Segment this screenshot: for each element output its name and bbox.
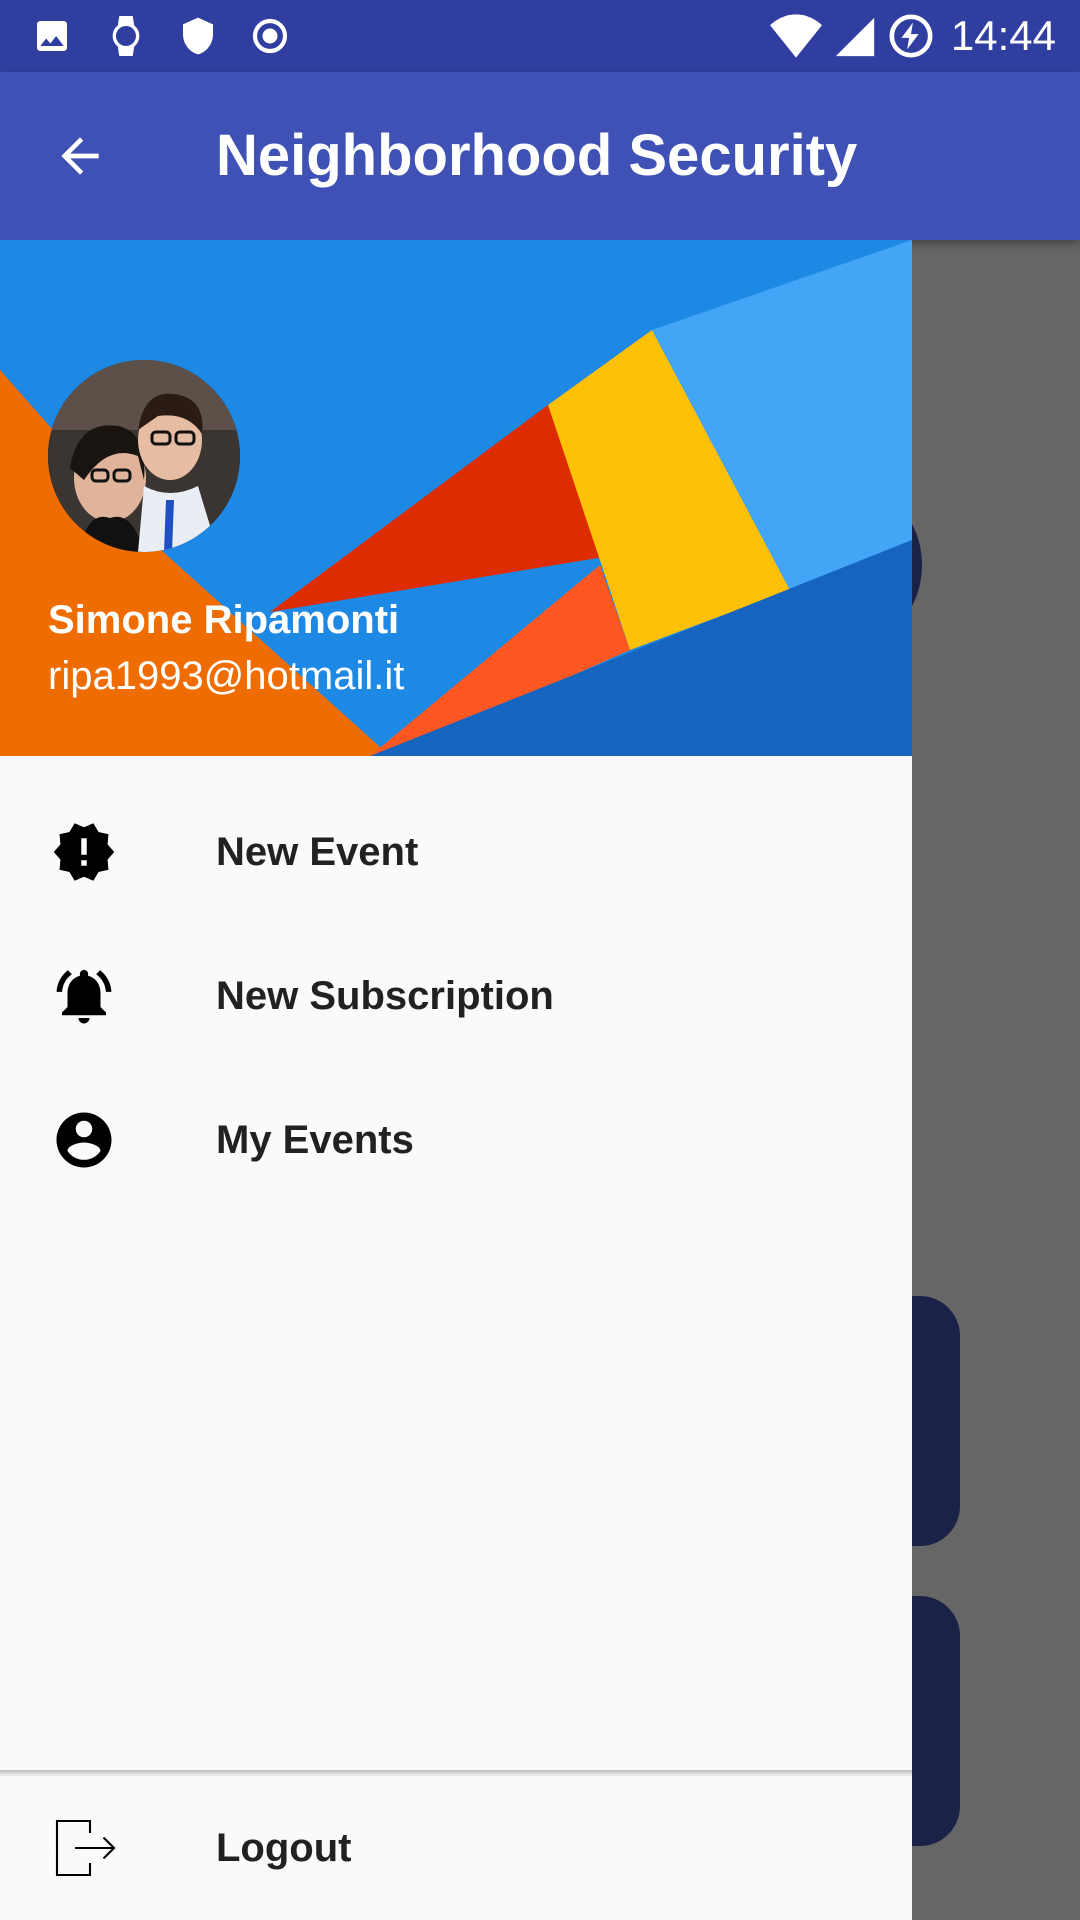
status-bar: 14:44 <box>0 0 1080 72</box>
user-name: Simone Ripamonti <box>48 598 400 642</box>
image-icon <box>37 21 67 51</box>
avatar-photo <box>48 360 240 552</box>
drawer-header: Simone Ripamonti ripa1993@hotmail.it <box>0 240 912 756</box>
back-button[interactable] <box>40 116 120 196</box>
menu-item-label: My Events <box>216 1117 414 1162</box>
notifications-active-icon <box>48 960 120 1032</box>
shield-icon <box>183 17 213 55</box>
menu-item-label: New Event <box>216 829 419 874</box>
account-circle-icon <box>48 1104 120 1176</box>
wifi-icon <box>770 14 822 58</box>
menu-item-my-events[interactable]: My Events <box>0 1068 912 1212</box>
new-event-alert-icon <box>48 816 120 888</box>
menu-item-new-event[interactable]: New Event <box>0 780 912 924</box>
page-title: Neighborhood Security <box>216 123 858 188</box>
avatar[interactable] <box>48 360 240 552</box>
clock: 14:44 <box>950 12 1056 59</box>
arrow-back-icon <box>61 137 99 175</box>
menu-item-label: Logout <box>216 1825 352 1870</box>
user-email: ripa1993@hotmail.it <box>48 654 405 698</box>
navigation-drawer: Simone Ripamonti ripa1993@hotmail.it New… <box>0 240 912 1920</box>
signal-icon <box>835 17 875 57</box>
record-icon <box>252 18 288 54</box>
logout-button[interactable]: Logout <box>0 1776 912 1920</box>
app-bar: Neighborhood Security <box>0 72 1080 240</box>
watch-icon <box>112 16 140 56</box>
logout-icon <box>48 1812 120 1884</box>
menu-item-label: New Subscription <box>216 973 554 1018</box>
menu-item-new-subscription[interactable]: New Subscription <box>0 924 912 1068</box>
battery-charging-icon <box>889 14 933 58</box>
